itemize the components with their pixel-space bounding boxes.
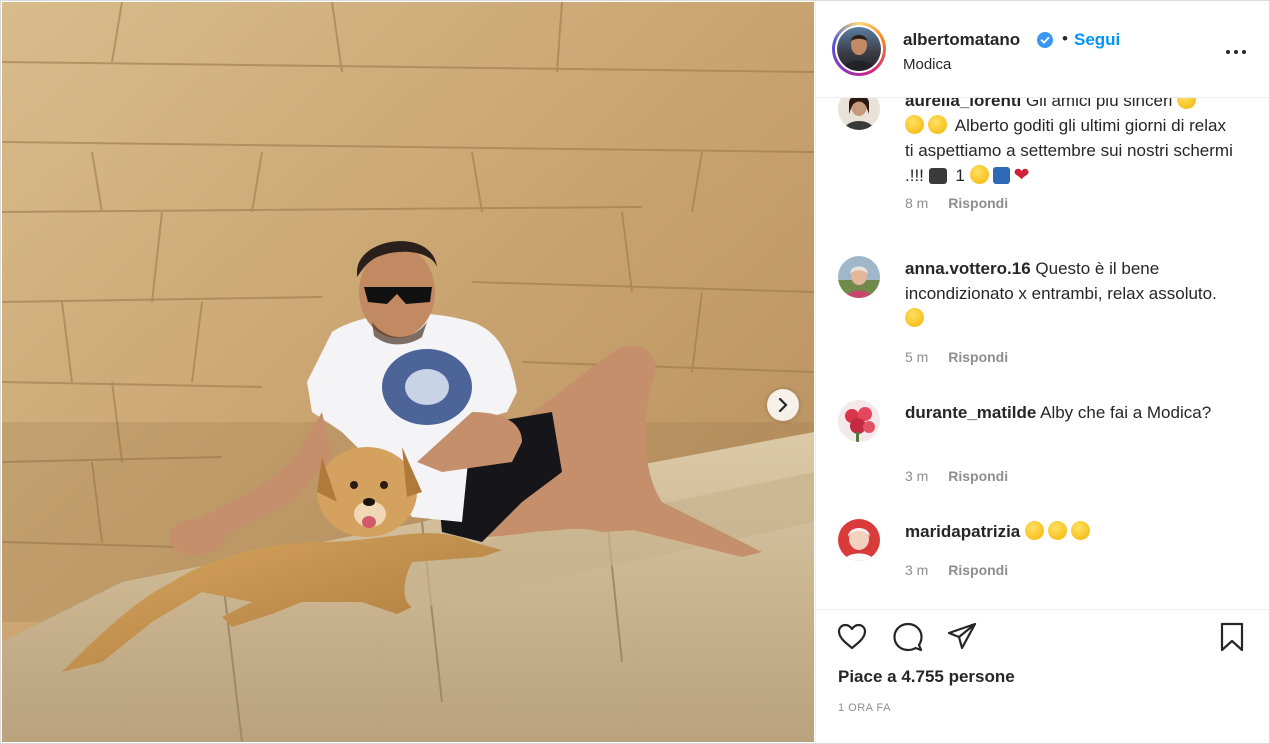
commenter-photo	[838, 98, 880, 130]
author-username[interactable]: albertomatano	[903, 30, 1020, 50]
comment-username[interactable]: anna.vottero.16	[905, 259, 1031, 278]
comment-meta: 5 m Rispondi	[905, 349, 1008, 365]
smile-emoji-icon	[905, 115, 924, 134]
post-time: 1 ORA FA	[838, 702, 891, 714]
heart-icon[interactable]	[836, 621, 868, 653]
comment-username[interactable]: durante_matilde	[905, 403, 1036, 422]
comment-time: 3 m	[905, 468, 929, 484]
commenter-avatar[interactable]	[838, 519, 880, 561]
commenter-avatar[interactable]	[838, 256, 880, 298]
comment-text: Gli amici più sinceri	[1025, 98, 1173, 110]
clap-emoji-icon	[905, 308, 924, 327]
post-header: albertomatano • Segui Modica	[816, 2, 1269, 98]
comment-body: anna.vottero.16 Questo è il bene incondi…	[905, 256, 1235, 331]
clap-emoji-icon	[969, 165, 989, 184]
comment-inline-number: 1	[955, 166, 965, 185]
comment-meta: 3 m Rispondi	[905, 468, 1008, 484]
bookmark-icon[interactable]	[1216, 621, 1248, 653]
more-options-icon[interactable]	[1224, 42, 1248, 62]
commenter-photo	[838, 519, 880, 561]
comment-username[interactable]: maridapatrizia	[905, 522, 1020, 541]
comment-meta: 8 m Rispondi	[905, 195, 1008, 211]
tv-emoji-icon	[928, 168, 947, 184]
commenter-avatar[interactable]	[838, 400, 880, 442]
author-photo	[843, 35, 875, 71]
comment-body: aurelia_lorenti Gli amici più sinceri Al…	[905, 98, 1235, 188]
commenter-avatar[interactable]	[838, 98, 880, 130]
follow-button[interactable]: Segui	[1074, 30, 1120, 50]
chevron-right-icon	[778, 398, 788, 412]
author-avatar[interactable]	[832, 22, 886, 76]
instagram-post-window: albertomatano • Segui Modica aurelia_lor…	[0, 0, 1270, 744]
separator-dot: •	[1062, 29, 1068, 48]
comment-username[interactable]: aurelia_lorenti	[905, 98, 1021, 110]
comment-body: durante_matilde Alby che fai a Modica?	[905, 400, 1235, 425]
next-photo-button[interactable]	[767, 389, 799, 421]
reply-button[interactable]: Rispondi	[948, 349, 1008, 365]
photo-illustration	[2, 2, 814, 742]
reply-button[interactable]: Rispondi	[948, 562, 1008, 578]
post-side-panel: albertomatano • Segui Modica aurelia_lor…	[815, 2, 1269, 743]
commenter-photo	[838, 400, 880, 442]
comments-list[interactable]: aurelia_lorenti Gli amici più sinceri Al…	[816, 98, 1269, 608]
emoji-icon	[1177, 98, 1197, 109]
post-location[interactable]: Modica	[903, 56, 951, 73]
commenter-photo	[838, 256, 880, 298]
comment-time: 8 m	[905, 195, 929, 211]
likes-count[interactable]: Piace a 4.755 persone	[838, 667, 1015, 687]
post-actions: Piace a 4.755 persone 1 ORA FA	[816, 609, 1269, 743]
comment-meta: 3 m Rispondi	[905, 562, 1008, 578]
verified-badge-icon	[1037, 32, 1053, 48]
comment-time: 3 m	[905, 562, 929, 578]
comment-icon[interactable]	[892, 621, 924, 653]
reply-button[interactable]: Rispondi	[948, 195, 1008, 211]
top-emoji-icon	[992, 167, 1010, 184]
comment-body: maridapatrizia	[905, 519, 1235, 544]
post-photo[interactable]	[2, 2, 814, 742]
heart-eyes-emoji-icon	[1025, 521, 1044, 540]
send-icon[interactable]	[946, 621, 978, 653]
reply-button[interactable]: Rispondi	[948, 468, 1008, 484]
heart-eyes-emoji-icon	[1048, 521, 1067, 540]
heart-emoji-icon: ❤	[1013, 165, 1030, 186]
comment-time: 5 m	[905, 349, 929, 365]
comment-text: Alby che fai a Modica?	[1040, 403, 1212, 422]
kiss-emoji-icon	[928, 115, 947, 134]
heart-eyes-emoji-icon	[1071, 521, 1090, 540]
